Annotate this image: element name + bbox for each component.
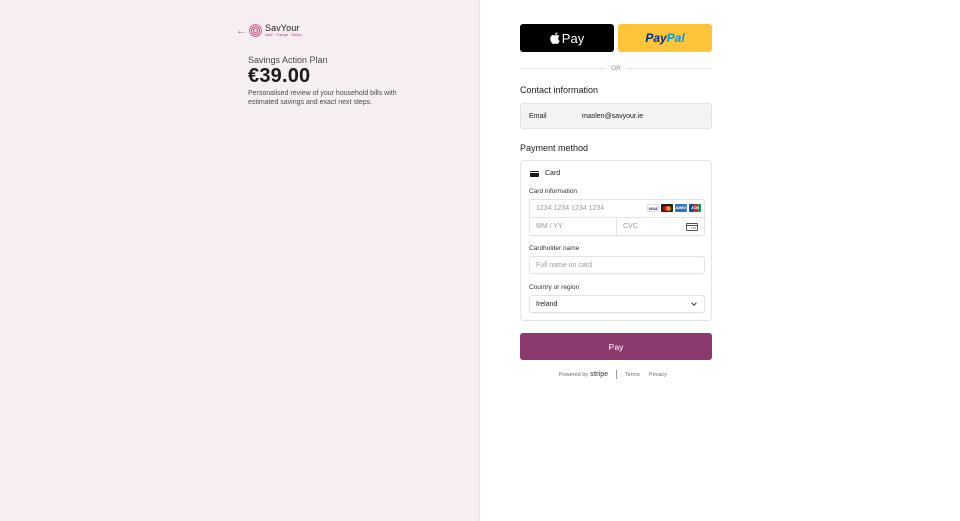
country-label: Country or region [529, 284, 580, 291]
jcb-icon: JCB [689, 204, 701, 212]
or-divider: OR [520, 64, 712, 73]
product-description: Personalised review of your household bi… [248, 90, 397, 106]
footer-separator [615, 370, 617, 379]
amex-icon: AMEX [675, 204, 687, 212]
terms-link[interactable]: Terms [625, 372, 640, 378]
card-brands: VISA AMEX JCB [647, 204, 701, 212]
card-info-label: Card information [529, 188, 578, 195]
email-label: Email [529, 112, 547, 120]
country-value: Ireland [536, 300, 558, 308]
pay-button[interactable]: Pay [520, 333, 712, 360]
cardholder-name-input[interactable]: Full name on card [529, 256, 705, 274]
privacy-link[interactable]: Privacy [649, 372, 667, 378]
payment-method-box: Card Card information 1234 1234 1234 123… [520, 160, 712, 321]
paypal-logo-part1: Pay [645, 31, 667, 45]
paypal-logo-part2: Pal [666, 31, 685, 45]
cvc-input[interactable]: CVC [617, 218, 706, 236]
back-arrow-icon[interactable]: ← [236, 25, 248, 37]
cardholder-label: Cardholder name [529, 245, 580, 252]
paypal-button[interactable]: Pay Pal [618, 24, 712, 52]
product-name: Savings Action Plan [248, 55, 328, 65]
or-text: OR [611, 65, 621, 72]
cardholder-placeholder: Full name on card [536, 261, 593, 269]
card-number-placeholder: 1234 1234 1234 1234 [536, 205, 605, 212]
card-icon [530, 170, 539, 177]
powered-by-text: Powered by [559, 371, 589, 378]
cvc-card-icon [686, 223, 698, 231]
email-field[interactable]: Email maslen@savyour.ie [520, 103, 712, 129]
apple-pay-button[interactable]: Pay [520, 24, 614, 52]
checkout-footer: Powered by stripe Terms Privacy [559, 370, 676, 379]
brand-logo[interactable]: SavYour Save · Change · Money [249, 24, 302, 38]
stripe-logo[interactable]: stripe [590, 371, 608, 378]
card-number-input[interactable]: 1234 1234 1234 1234 VISA AMEX JCB [530, 200, 706, 218]
card-method-tab[interactable]: Card [530, 170, 560, 177]
cvc-placeholder: CVC [623, 223, 638, 230]
apple-pay-label: Pay [561, 30, 585, 46]
order-summary-panel: ← SavYour Save · Change · Money Savings … [0, 0, 480, 521]
brand-name: SavYour [265, 23, 300, 33]
card-info-group: 1234 1234 1234 1234 VISA AMEX JCB MM / Y… [529, 199, 706, 236]
express-checkout: Pay Pay Pal [520, 24, 712, 52]
country-select[interactable]: Ireland [529, 295, 705, 313]
card-method-label: Card [545, 170, 561, 177]
email-value: maslen@savyour.ie [582, 112, 644, 120]
expiry-input[interactable]: MM / YY [530, 218, 617, 236]
visa-icon: VISA [647, 204, 659, 212]
mastercard-icon [661, 204, 673, 212]
savyour-logo-icon [249, 24, 262, 38]
apple-icon [550, 32, 560, 44]
payment-method-title: Payment method [520, 143, 589, 153]
brand-tagline: Save · Change · Money [265, 33, 302, 37]
expiry-placeholder: MM / YY [536, 223, 563, 230]
price: €39.00 [248, 65, 311, 87]
chevron-down-icon [691, 302, 697, 306]
contact-title: Contact information [520, 85, 599, 95]
